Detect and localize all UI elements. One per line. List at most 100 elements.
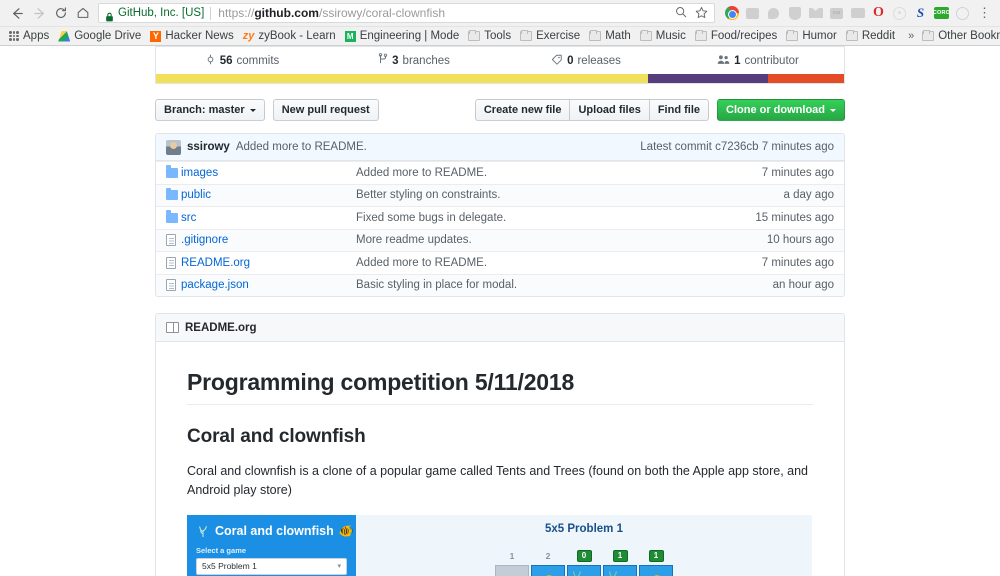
extension-s-icon[interactable]: S [912,5,929,22]
bookmark-humor[interactable]: Humor [784,30,844,42]
board-cell[interactable]: 🐠 [531,564,565,576]
bookmark-hacker-news[interactable]: Y Hacker News [148,30,240,42]
bookmark-other-bookmarks[interactable]: Other Bookmarks [920,30,1000,42]
bookmark-reddit[interactable]: Reddit [844,30,902,42]
extension-css-icon[interactable]: css [828,5,845,22]
file-commit-message[interactable]: More readme updates. [356,234,767,246]
fish-icon: 🐠 [338,523,354,538]
file-name[interactable]: README.org [181,257,356,269]
game-select-dropdown[interactable]: 5x5 Problem 1 ▾ [196,557,347,575]
stat-contributors[interactable]: 1 contributor [672,54,844,68]
bookmark-google-drive[interactable]: Google Drive [56,30,148,42]
reload-icon[interactable] [50,2,72,24]
bookmark-exercise[interactable]: Exercise [518,30,587,42]
extension-keyboard-icon[interactable] [849,5,866,22]
bookmark-music[interactable]: Music [638,30,693,42]
file-time: an hour ago [772,279,834,292]
column-header-value: 1 [509,550,515,561]
address-bar[interactable]: GitHub, Inc. [US] https://github.com/ssi… [98,3,715,23]
extension-atom-icon[interactable] [891,5,908,22]
repo-container: 56 commits 3 branches 0 releases 1 contr… [155,46,845,576]
bookmark-engineering-mode[interactable]: M Engineering | Mode [343,30,467,42]
extension-coro-icon[interactable]: CORO [933,5,950,22]
board-cell[interactable] [567,564,601,576]
home-icon[interactable] [72,2,94,24]
board-wrapper: 1 2 0 1 1 🐠 [356,549,812,576]
branch-selector-button[interactable]: Branch: master [155,99,265,121]
bookmarks-overflow-icon[interactable]: » [902,30,920,42]
table-row[interactable]: images Added more to README. 7 minutes a… [156,161,844,184]
latest-commit-sha[interactable]: c7236cb [715,141,758,153]
board-cell[interactable] [603,564,637,576]
app-screenshot-image: Coral and clownfish 🐠 Select a game 5x5 … [187,514,812,576]
extension-opera-icon[interactable]: O [870,5,887,22]
commit-author[interactable]: ssirowy [187,141,230,153]
back-arrow-icon[interactable] [6,2,28,24]
bookmark-food-recipes[interactable]: Food/recipes [693,30,784,42]
people-icon [717,54,730,68]
extension-mail-icon[interactable] [807,5,824,22]
column-header-value: 2 [545,550,551,561]
table-row[interactable]: package.json Basic styling in place for … [156,273,844,296]
file-table: ssirowy Added more to README. Latest com… [155,133,845,297]
star-icon[interactable] [695,6,708,21]
file-name[interactable]: src [181,212,356,224]
bookmark-apps[interactable]: Apps [7,30,56,42]
file-commit-message[interactable]: Better styling on constraints. [356,189,783,201]
bookmark-tools[interactable]: Tools [466,30,518,42]
apps-grid-icon [9,31,19,41]
latest-commit-meta: Latest commit c7236cb 7 minutes ago [640,141,834,153]
file-name[interactable]: package.json [181,279,356,291]
chrome-profile-icon[interactable] [723,5,740,22]
select-a-game-label: Select a game [196,545,247,555]
coral-icon [607,569,619,576]
folder-icon [166,165,181,178]
bookmark-math[interactable]: Math [587,30,638,42]
kebab-menu-icon[interactable]: ⋮ [975,6,994,19]
table-row[interactable]: public Better styling on constraints. a … [156,183,844,206]
file-commit-message[interactable]: Basic styling in place for modal. [356,279,773,291]
extension-gray-icon[interactable] [744,5,761,22]
stat-value: 0 [567,54,574,67]
stat-commits[interactable]: 56 commits [156,54,328,68]
app-title-text: Coral and clownfish [215,523,334,538]
readme-header: README.org [156,314,844,342]
file-commit-message[interactable]: Added more to README. [356,257,762,269]
stat-releases[interactable]: 0 releases [500,54,672,68]
new-pull-request-button[interactable]: New pull request [272,99,379,121]
table-row[interactable]: README.org Added more to README. 7 minut… [156,251,844,274]
stat-label: releases [577,54,621,67]
extension-circle-icon[interactable] [954,5,971,22]
file-commit-message[interactable]: Added more to README. [356,167,762,179]
table-row[interactable]: src Fixed some bugs in delegate. 15 minu… [156,206,844,229]
board-cell[interactable]: 🐠 [639,564,673,576]
column-header: 0 [567,549,601,563]
file-name[interactable]: .gitignore [181,234,356,246]
file-name[interactable]: images [181,167,356,179]
column-header: 2 [531,549,565,563]
table-row[interactable]: .gitignore More readme updates. 10 hours… [156,228,844,251]
find-file-button[interactable]: Find file [649,99,709,121]
extension-chat-icon[interactable] [765,5,782,22]
upload-files-button[interactable]: Upload files [570,99,650,121]
search-icon[interactable] [675,6,687,20]
bookmark-label: Engineering | Mode [359,30,460,42]
bookmark-label: Hacker News [165,30,234,42]
latest-commit-prefix: Latest commit [640,141,712,153]
game-select-value: 5x5 Problem 1 [202,561,257,572]
file-name[interactable]: public [181,189,356,201]
extension-bar: css O S CORO ⋮ [721,5,994,22]
stat-branches[interactable]: 3 branches [328,53,500,68]
avatar[interactable] [166,139,181,155]
board-cell[interactable] [495,564,529,576]
file-commit-message[interactable]: Fixed some bugs in delegate. [356,212,755,224]
bookmark-zybook[interactable]: zy zyBook - Learn [241,30,343,42]
clone-or-download-button[interactable]: Clone or download [717,99,845,121]
browser-toolbar: GitHub, Inc. [US] https://github.com/ssi… [0,0,1000,26]
column-header-badge: 1 [648,549,664,562]
readme-body: Programming competition 5/11/2018 Coral … [156,342,844,576]
extension-shield-icon[interactable] [786,5,803,22]
forward-arrow-icon [28,2,50,24]
commit-message[interactable]: Added more to README. [236,141,367,153]
create-new-file-button[interactable]: Create new file [474,99,571,121]
